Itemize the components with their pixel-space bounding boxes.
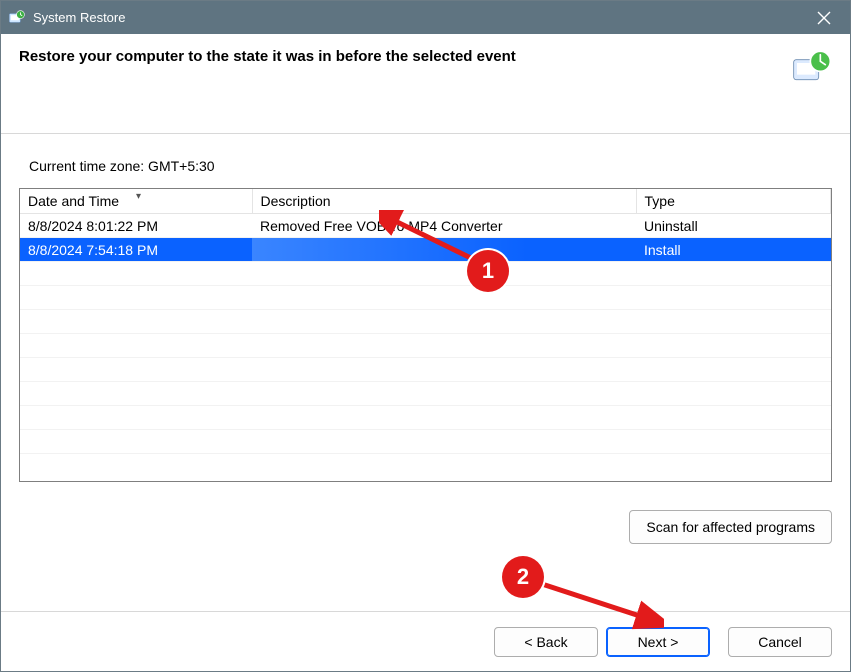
- annotation-arrow-2: [534, 576, 664, 632]
- cell-datetime: 8/8/2024 7:54:18 PM: [20, 238, 252, 262]
- cell-type: Install: [636, 238, 831, 262]
- col-header-datetime-label: Date and Time: [28, 193, 119, 209]
- wizard-footer: < Back Next > Cancel: [1, 611, 850, 671]
- restore-clock-icon: [792, 48, 832, 88]
- table-row[interactable]: [20, 286, 831, 310]
- titlebar: System Restore: [1, 1, 850, 34]
- page-headline: Restore your computer to the state it wa…: [19, 48, 782, 65]
- close-button[interactable]: [804, 1, 844, 34]
- cancel-button[interactable]: Cancel: [728, 627, 832, 657]
- table-row[interactable]: [20, 406, 831, 430]
- system-restore-window: System Restore Restore your computer to …: [0, 0, 851, 672]
- window-title: System Restore: [33, 10, 804, 25]
- annotation-badge-2: 2: [502, 556, 544, 598]
- timezone-label: Current time zone: GMT+5:30: [29, 158, 832, 174]
- table-row[interactable]: [20, 358, 831, 382]
- cell-type: Uninstall: [636, 214, 831, 238]
- col-header-datetime[interactable]: Date and Time ▾: [20, 189, 252, 214]
- table-row[interactable]: [20, 382, 831, 406]
- annotation-badge-1: 1: [467, 250, 509, 292]
- table-row[interactable]: [20, 334, 831, 358]
- cell-datetime: 8/8/2024 8:01:22 PM: [20, 214, 252, 238]
- col-header-type[interactable]: Type: [636, 189, 831, 214]
- system-restore-icon: [7, 9, 25, 27]
- sort-desc-icon: ▾: [136, 191, 141, 202]
- scan-affected-button[interactable]: Scan for affected programs: [629, 510, 832, 544]
- table-row[interactable]: [20, 310, 831, 334]
- table-row[interactable]: [20, 430, 831, 454]
- scan-row: Scan for affected programs: [19, 510, 832, 544]
- wizard-header: Restore your computer to the state it wa…: [1, 34, 850, 134]
- wizard-body: Current time zone: GMT+5:30 Date and Tim…: [1, 134, 850, 611]
